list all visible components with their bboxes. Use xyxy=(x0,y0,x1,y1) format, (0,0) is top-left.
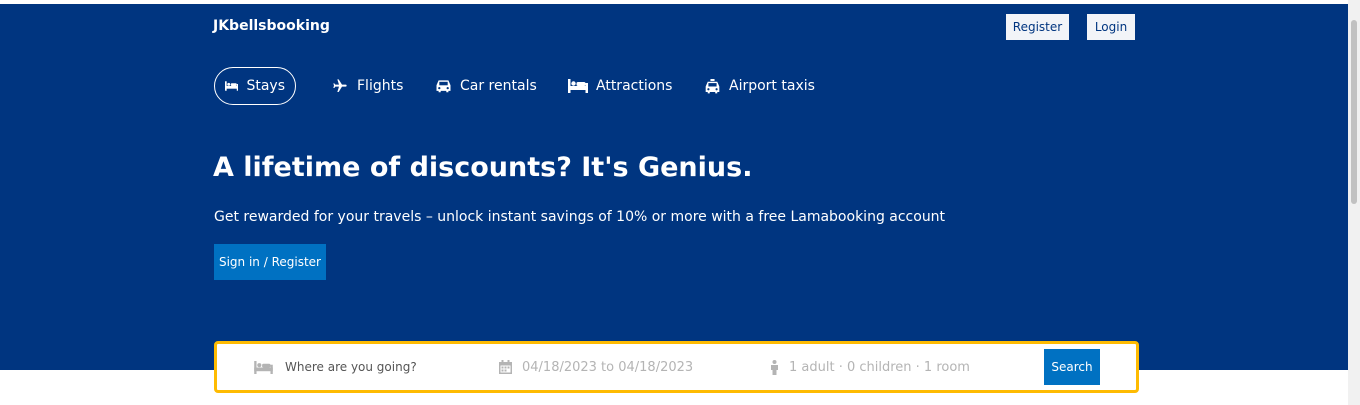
destination-input[interactable] xyxy=(283,359,487,375)
nav-label-attractions: Attractions xyxy=(596,78,673,94)
nav-item-airport-taxis[interactable]: Airport taxis xyxy=(704,67,815,105)
car-icon xyxy=(436,80,451,93)
nav-item-flights[interactable]: Flights xyxy=(331,67,403,105)
calendar-icon xyxy=(499,360,512,374)
guests-summary: 1 adult · 0 children · 1 room xyxy=(789,359,970,375)
nav-label-stays: Stays xyxy=(246,78,285,94)
logo[interactable]: JKbellsbooking xyxy=(213,18,330,34)
nav-label-flights: Flights xyxy=(357,78,404,94)
nav-label-car-rentals: Car rentals xyxy=(460,78,537,94)
destination-field[interactable] xyxy=(254,344,487,390)
login-button[interactable]: Login xyxy=(1087,14,1135,40)
plane-icon xyxy=(333,79,347,92)
person-icon xyxy=(771,359,778,375)
nav-item-car-rentals[interactable]: Car rentals xyxy=(435,67,537,105)
register-button[interactable]: Register xyxy=(1006,14,1069,40)
hero-header: JKbellsbooking Register Login Stays Flig… xyxy=(0,4,1348,370)
nav-item-attractions[interactable]: Attractions xyxy=(568,67,672,105)
scrollbar-thumb[interactable] xyxy=(1351,20,1357,204)
search-button[interactable]: Search xyxy=(1044,349,1100,385)
nav-item-stays[interactable]: Stays xyxy=(214,67,296,105)
scrollbar[interactable] xyxy=(1348,0,1360,405)
date-range-field[interactable]: 04/18/2023 to 04/18/2023 xyxy=(499,344,693,390)
bed-icon xyxy=(568,79,588,93)
bed-icon xyxy=(254,360,273,374)
hero-title: A lifetime of discounts? It's Genius. xyxy=(213,152,753,183)
nav-label-airport-taxis: Airport taxis xyxy=(729,78,815,94)
sign-in-register-button[interactable]: Sign in / Register xyxy=(214,244,326,280)
date-range-text: 04/18/2023 to 04/18/2023 xyxy=(522,359,694,375)
search-bar: 04/18/2023 to 04/18/2023 1 adult · 0 chi… xyxy=(214,341,1139,393)
guests-field[interactable]: 1 adult · 0 children · 1 room xyxy=(770,344,970,390)
taxi-icon xyxy=(705,78,720,93)
hero-description: Get rewarded for your travels – unlock i… xyxy=(214,209,946,225)
bed-icon xyxy=(225,81,239,91)
